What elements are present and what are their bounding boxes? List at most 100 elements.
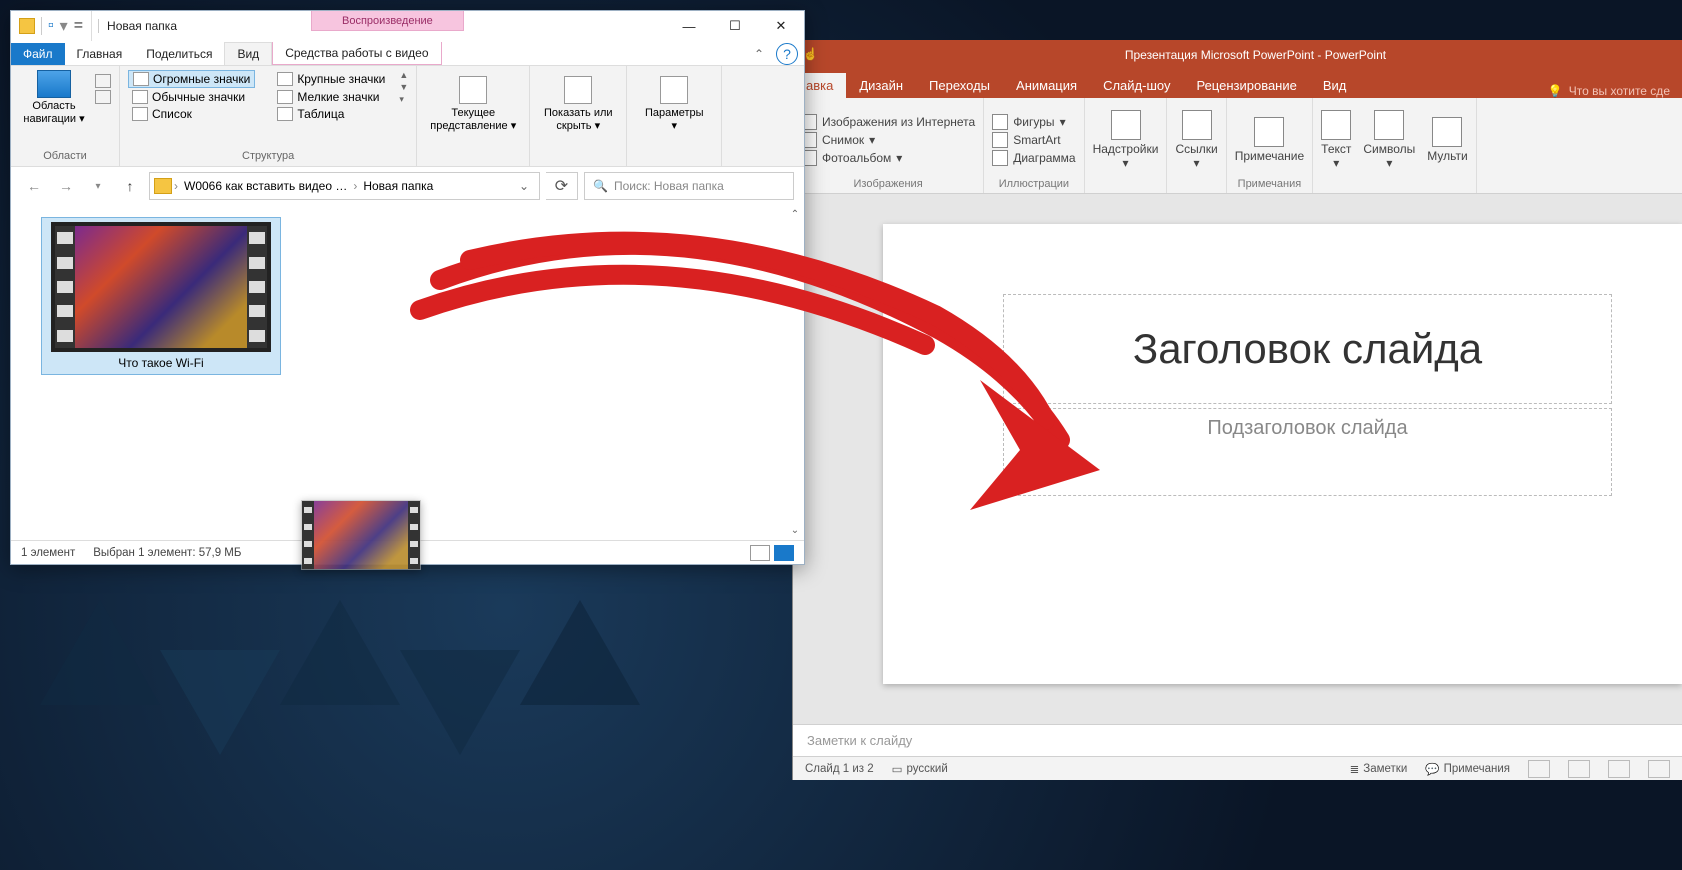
details-view-toggle[interactable] [750,545,770,561]
thumbnails-view-toggle[interactable] [774,545,794,561]
file-list[interactable]: Что такое Wi-Fi [11,205,786,540]
breadcrumb-parent[interactable]: W0066 как вставить видео … [180,179,351,193]
slideshow-view-btn[interactable] [1648,760,1670,778]
spellcheck-icon: ▭ [892,762,903,776]
ppt-titlebar[interactable]: ☝ Презентация Microsoft PowerPoint - Pow… [793,40,1682,70]
search-input[interactable]: 🔍 Поиск: Новая папка [584,172,794,200]
current-view-button[interactable]: Текущее представление ▾ [425,70,521,132]
ribbon-collapse-icon[interactable]: ⌃ [748,43,770,65]
tab-view[interactable]: Вид [1310,73,1360,98]
cmd-media[interactable]: Мульти [1427,117,1467,163]
qat-customize-icon[interactable]: = [74,17,83,35]
details-pane-button[interactable] [95,90,111,104]
list-icon [132,107,148,121]
refresh-button[interactable]: ⟳ [546,172,578,200]
large-icons-icon [277,72,293,86]
details-icon [277,107,293,121]
cmd-addins[interactable]: Надстройки▾ [1093,110,1159,170]
window-title: Новая папка [98,19,177,33]
scrollbar[interactable]: ⌃ ⌄ [786,205,804,540]
tab-slideshow[interactable]: Слайд-шоу [1090,73,1183,98]
slide[interactable]: Заголовок слайда Подзаголовок слайда [883,224,1682,684]
ppt-tabs: авка Дизайн Переходы Анимация Слайд-шоу … [793,70,1682,98]
cmd-comment[interactable]: Примечание [1235,117,1304,163]
layout-medium[interactable]: Обычные значки [128,89,255,105]
folder-icon [19,18,35,34]
shapes-icon [992,114,1008,130]
symbols-icon [1374,110,1404,140]
cmd-photo-album[interactable]: Фотоальбом ▾ [801,150,975,166]
tell-me-search[interactable]: 💡 Что вы хотите сде [1536,84,1682,98]
current-view-icon [459,76,487,104]
slide-counter[interactable]: Слайд 1 из 2 [805,763,874,775]
address-dropdown[interactable]: ⌄ [513,179,535,193]
tab-view[interactable]: Вид [224,42,272,65]
nav-back-button[interactable]: ← [21,173,47,199]
tab-review[interactable]: Рецензирование [1183,73,1309,98]
context-tab-playback: Воспроизведение [311,11,464,31]
folder-icon [154,178,172,194]
tab-design[interactable]: Дизайн [846,73,916,98]
tab-animations[interactable]: Анимация [1003,73,1090,98]
tab-transitions[interactable]: Переходы [916,73,1003,98]
show-hide-button[interactable]: Показать или скрыть ▾ [538,70,618,132]
tab-file[interactable]: Файл [11,43,65,65]
lightbulb-icon: 💡 [1548,84,1563,98]
chevron-right-icon[interactable]: › [353,179,357,193]
layout-list[interactable]: Список [128,106,255,122]
help-button[interactable]: ? [776,43,798,65]
layout-scroll-up[interactable]: ▲ [399,70,408,80]
touch-mode-icon[interactable]: ☝ [803,47,819,63]
notes-pane[interactable]: Заметки к слайду [793,724,1682,756]
sorter-view-btn[interactable] [1568,760,1590,778]
comments-icon: 💬 [1425,762,1439,776]
notes-toggle[interactable]: ≣Заметки [1350,762,1408,776]
breadcrumb-current[interactable]: Новая папка [359,179,437,193]
layout-large[interactable]: Крупные значки [273,70,389,88]
ppt-canvas[interactable]: Заголовок слайда Подзаголовок слайда [793,194,1682,724]
chevron-right-icon[interactable]: › [174,179,178,193]
preview-pane-button[interactable] [95,74,111,88]
tab-video-tools[interactable]: Средства работы с видео [272,42,441,65]
layout-small[interactable]: Мелкие значки [273,89,389,105]
cmd-links[interactable]: Ссылки▾ [1175,110,1217,170]
layout-more[interactable]: ▾ [399,94,408,105]
chart-icon [992,150,1008,166]
comments-toggle[interactable]: 💬Примечания [1425,762,1510,776]
subtitle-placeholder[interactable]: Подзаголовок слайда [1003,408,1612,496]
title-placeholder[interactable]: Заголовок слайда [1003,294,1612,404]
maximize-button[interactable]: ☐ [712,11,758,41]
group-comments-label: Примечания [1235,178,1304,190]
minimize-button[interactable]: — [666,11,712,41]
navigation-pane-button[interactable]: Область навигации ▾ [19,70,89,125]
tab-home[interactable]: Главная [65,43,135,65]
address-bar[interactable]: › W0066 как вставить видео … › Новая пап… [149,172,540,200]
tab-share[interactable]: Поделиться [134,43,224,65]
layout-extra-large[interactable]: Огромные значки [128,70,255,88]
cmd-smartart[interactable]: SmartArt [992,132,1075,148]
nav-recent-button[interactable]: ▾ [85,173,111,199]
cmd-screenshot[interactable]: Снимок ▾ [801,132,975,148]
nav-up-button[interactable]: ↑ [117,173,143,199]
normal-view-btn[interactable] [1528,760,1550,778]
group-layout-label: Структура [128,148,408,162]
cmd-symbols[interactable]: Символы▾ [1363,110,1415,170]
cmd-shapes[interactable]: Фигуры ▾ [992,114,1075,130]
close-button[interactable]: ✕ [758,11,804,41]
scroll-down-icon[interactable]: ⌄ [791,525,799,536]
layout-details[interactable]: Таблица [273,106,389,122]
language-indicator[interactable]: ▭русский [892,762,948,776]
explorer-window: Воспроизведение ▫ ▾ = Новая папка — ☐ ✕ … [10,10,805,565]
selection-info: Выбран 1 элемент: 57,9 МБ [93,547,241,559]
cmd-online-images[interactable]: Изображения из Интернета [801,114,975,130]
cmd-chart[interactable]: Диаграмма [992,150,1075,166]
reading-view-btn[interactable] [1608,760,1630,778]
file-item-video[interactable]: Что такое Wi-Fi [41,217,281,375]
qat-properties-icon[interactable]: ▫ [48,17,54,35]
cmd-text[interactable]: Текст▾ [1321,110,1351,170]
layout-scroll-down[interactable]: ▼ [399,82,408,92]
nav-forward-button[interactable]: → [53,173,79,199]
options-button[interactable]: Параметры▾ [635,70,713,132]
qat-newfolder-icon[interactable]: ▾ [60,16,68,36]
scroll-up-icon[interactable]: ⌃ [791,209,799,220]
